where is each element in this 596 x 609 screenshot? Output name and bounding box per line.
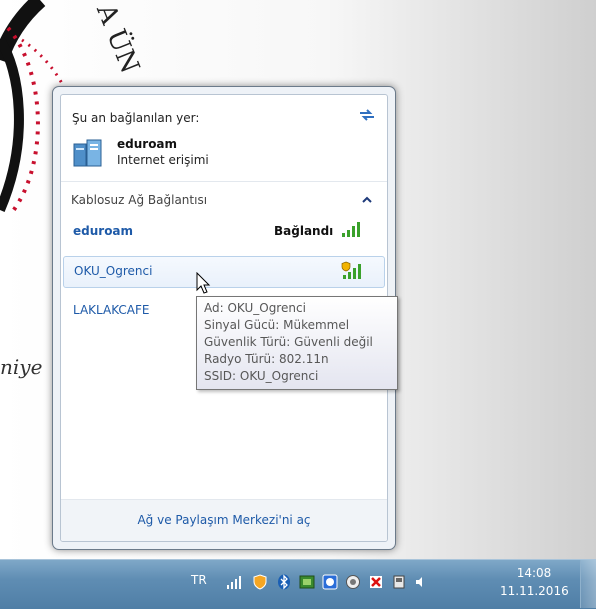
language-indicator[interactable]: TR [191, 573, 207, 587]
current-network-status: Internet erişimi [117, 153, 209, 167]
wifi-signal-icon [342, 222, 360, 237]
tooltip-radio: Radyo Türü: 802.11n [204, 352, 329, 366]
network-name: LAKLAKCAFE [73, 303, 150, 317]
wallpaper-side-text: niye [0, 355, 43, 379]
network-name: eduroam [73, 224, 134, 238]
divider [61, 181, 387, 182]
tooltip-name: Ad: OKU_Ogrenci [204, 301, 306, 315]
network-details-tooltip: Ad: OKU_Ogrenci Sinyal Gücü: Mükemmel Gü… [196, 296, 398, 390]
tooltip-signal: Sinyal Gücü: Mükemmel [204, 318, 350, 332]
network-status: Bağlandı [274, 224, 334, 238]
tooltip-security: Güvenlik Türü: Güvenli değil [204, 335, 373, 349]
connected-header: Şu an bağlanılan yer: [72, 111, 200, 125]
refresh-icon[interactable] [357, 105, 377, 125]
mouse-cursor-icon [196, 272, 211, 294]
volume-icon[interactable] [413, 574, 429, 590]
wifi-unsecured-signal-icon [341, 261, 361, 279]
sync-icon[interactable] [345, 574, 361, 590]
show-desktop-button[interactable] [580, 560, 596, 608]
wifi-signal-icon[interactable] [226, 574, 242, 590]
clock-date[interactable]: 11.11.2016 [500, 584, 569, 598]
current-network-name: eduroam [117, 137, 178, 151]
flyout-footer: Ağ ve Paylaşım Merkezi'ni aç [61, 500, 387, 541]
network-computer-icon [73, 139, 102, 167]
usb-device-icon[interactable] [391, 574, 407, 590]
shield-icon[interactable] [252, 574, 268, 590]
gpu-icon[interactable] [299, 574, 315, 590]
flag-error-icon[interactable] [368, 574, 384, 590]
tooltip-ssid: SSID: OKU_Ogrenci [204, 369, 319, 383]
wireless-section-title: Kablosuz Ağ Bağlantısı [71, 193, 208, 207]
network-adapter-icon[interactable] [322, 574, 338, 590]
network-sharing-center-link[interactable]: Ağ ve Paylaşım Merkezi'ni aç [61, 513, 387, 527]
chevron-up-icon[interactable] [362, 196, 372, 204]
network-name: OKU_Ogrenci [74, 264, 153, 278]
network-item-oku-ogrenci[interactable]: OKU_Ogrenci [63, 256, 385, 288]
network-item-eduroam[interactable]: eduroam Bağlandı [61, 215, 387, 245]
bluetooth-icon[interactable] [276, 574, 292, 590]
clock-time[interactable]: 14:08 [505, 566, 563, 580]
